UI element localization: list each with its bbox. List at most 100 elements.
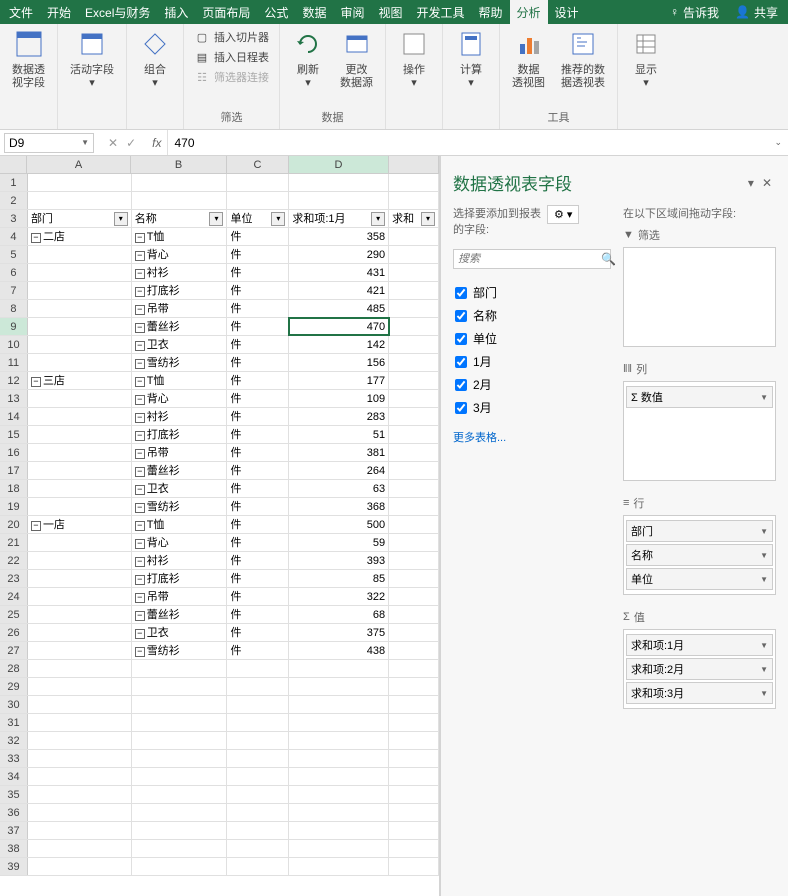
actions-button[interactable]: 操作▾	[392, 26, 436, 92]
row-header[interactable]: 26	[0, 624, 28, 641]
tab-分析[interactable]: 分析	[510, 0, 548, 25]
cell[interactable]	[132, 174, 228, 191]
row-header[interactable]: 8	[0, 300, 28, 317]
cell[interactable]: 142	[289, 336, 389, 353]
cell[interactable]: −雪纺衫	[132, 642, 228, 659]
cell[interactable]: 381	[289, 444, 389, 461]
cell[interactable]: 件	[227, 354, 289, 371]
cell[interactable]: 单位▾	[227, 210, 289, 227]
cell[interactable]	[28, 804, 132, 821]
cell[interactable]	[28, 750, 132, 767]
tell-me[interactable]: ♀ 告诉我	[662, 4, 727, 21]
cell[interactable]	[132, 822, 228, 839]
cell[interactable]: 264	[289, 462, 389, 479]
cell[interactable]	[227, 840, 289, 857]
row-header[interactable]: 28	[0, 660, 28, 677]
cell[interactable]	[28, 390, 132, 407]
cell[interactable]	[28, 480, 132, 497]
cell[interactable]: −蕾丝衫	[132, 318, 228, 335]
filters-dropzone[interactable]	[623, 247, 776, 347]
cell[interactable]: 件	[227, 588, 289, 605]
cell[interactable]: 件	[227, 624, 289, 641]
cell[interactable]: 件	[227, 408, 289, 425]
cell[interactable]	[289, 678, 389, 695]
cell[interactable]: 件	[227, 462, 289, 479]
cell[interactable]: 件	[227, 372, 289, 389]
cell[interactable]: 322	[289, 588, 389, 605]
collapse-icon[interactable]: −	[135, 431, 145, 441]
cell[interactable]	[227, 768, 289, 785]
cell[interactable]	[389, 642, 439, 659]
chevron-down-icon[interactable]: ▼	[760, 641, 768, 650]
cell[interactable]	[28, 858, 132, 875]
expand-formula-icon[interactable]: ⌄	[768, 137, 788, 148]
collapse-icon[interactable]: −	[135, 503, 145, 513]
cell[interactable]	[28, 732, 132, 749]
cell[interactable]: −吊带	[132, 300, 228, 317]
field-item[interactable]: 名称	[453, 304, 611, 327]
cell[interactable]: 421	[289, 282, 389, 299]
cell[interactable]: −T恤	[132, 372, 228, 389]
cell[interactable]	[132, 678, 228, 695]
cell[interactable]: 件	[227, 228, 289, 245]
cell[interactable]	[389, 660, 439, 677]
collapse-icon[interactable]: −	[135, 449, 145, 459]
change-source-button[interactable]: 更改 数据源	[334, 26, 379, 92]
cell[interactable]	[132, 660, 228, 677]
field-checkbox[interactable]	[455, 402, 467, 414]
chevron-down-icon[interactable]: ▼	[760, 393, 768, 402]
cell[interactable]	[28, 642, 132, 659]
cell[interactable]	[389, 678, 439, 695]
active-field-button[interactable]: 活动字段▾	[64, 26, 120, 92]
search-input[interactable]	[458, 253, 601, 265]
cell[interactable]: 件	[227, 390, 289, 407]
collapse-icon[interactable]: −	[135, 251, 145, 261]
row-header[interactable]: 17	[0, 462, 28, 479]
cell[interactable]: −衬衫	[132, 408, 228, 425]
cell[interactable]: 件	[227, 282, 289, 299]
cell[interactable]: −衬衫	[132, 552, 228, 569]
row-header[interactable]: 12	[0, 372, 28, 389]
cell[interactable]	[132, 858, 228, 875]
row-header[interactable]: 38	[0, 840, 28, 857]
drop-item[interactable]: 求和项:1月▼	[626, 634, 773, 656]
cell[interactable]: 109	[289, 390, 389, 407]
row-header[interactable]: 25	[0, 606, 28, 623]
tab-Excel与财务[interactable]: Excel与财务	[78, 0, 157, 25]
tab-视图[interactable]: 视图	[371, 0, 409, 25]
row-header[interactable]: 27	[0, 642, 28, 659]
rows-dropzone[interactable]: 部门▼名称▼单位▼	[623, 515, 776, 595]
cell[interactable]	[28, 426, 132, 443]
row-header[interactable]: 2	[0, 192, 28, 209]
cell[interactable]	[28, 174, 132, 191]
field-item[interactable]: 单位	[453, 327, 611, 350]
cell[interactable]: 求和▾	[389, 210, 439, 227]
cell[interactable]: 63	[289, 480, 389, 497]
cell[interactable]	[28, 840, 132, 857]
filter-dropdown-icon[interactable]: ▾	[371, 212, 385, 226]
cell[interactable]	[28, 606, 132, 623]
refresh-button[interactable]: 刷新▾	[286, 26, 330, 92]
collapse-icon[interactable]: −	[135, 467, 145, 477]
cell[interactable]	[227, 714, 289, 731]
cell[interactable]	[389, 534, 439, 551]
cell[interactable]	[132, 714, 228, 731]
row-header[interactable]: 11	[0, 354, 28, 371]
chevron-down-icon[interactable]: ▼	[81, 138, 89, 147]
close-icon[interactable]: ✕	[758, 176, 776, 190]
cell[interactable]	[389, 354, 439, 371]
cell[interactable]: −卫衣	[132, 624, 228, 641]
cell[interactable]	[389, 372, 439, 389]
row-header[interactable]: 4	[0, 228, 28, 245]
cell[interactable]	[389, 516, 439, 533]
collapse-icon[interactable]: −	[135, 395, 145, 405]
cell[interactable]	[28, 660, 132, 677]
cell[interactable]	[389, 606, 439, 623]
cell[interactable]: 68	[289, 606, 389, 623]
cell[interactable]	[28, 444, 132, 461]
cell[interactable]: −一店	[28, 516, 132, 533]
column-header-B[interactable]: B	[131, 156, 227, 173]
cell[interactable]: 件	[227, 516, 289, 533]
cell[interactable]: 59	[289, 534, 389, 551]
cell[interactable]: 438	[289, 642, 389, 659]
